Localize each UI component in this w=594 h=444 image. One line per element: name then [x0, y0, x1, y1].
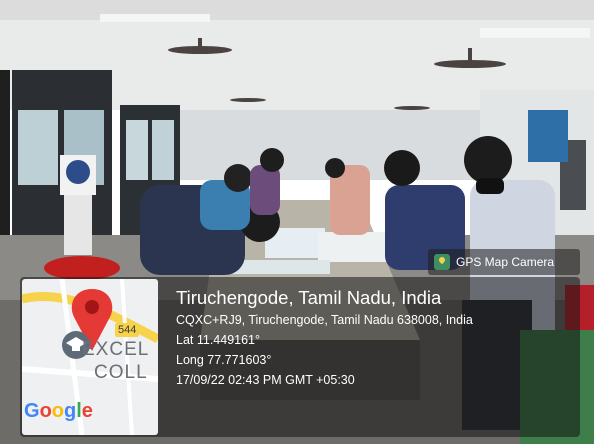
google-letter: e [81, 400, 93, 422]
google-letter: o [39, 400, 52, 422]
location-details: Tiruchengode, Tamil Nadu, India CQXC+RJ9… [176, 286, 576, 390]
road-number-label: 544 [115, 323, 140, 337]
map-pin-icon [434, 254, 450, 270]
photo-frame: GPS Map Camera 544 EXCEL COLL Google Tir… [0, 0, 594, 444]
map-thumbnail[interactable]: 544 EXCEL COLL Google [22, 279, 158, 435]
google-letter: g [64, 400, 77, 422]
longitude-line: Long 77.771603° [176, 353, 272, 367]
google-letter: o [51, 400, 64, 422]
location-title: Tiruchengode, Tamil Nadu, India [176, 287, 442, 308]
google-attribution: Google [24, 400, 93, 423]
badge-label: GPS Map Camera [456, 255, 555, 269]
latitude-line: Lat 11.449161° [176, 333, 261, 347]
google-letter: G [24, 400, 40, 422]
map-place-label-2: COLL [94, 362, 148, 383]
map-place-label: EXCEL [82, 339, 150, 360]
datetime-line: 17/09/22 02:43 PM GMT +05:30 [176, 373, 355, 387]
address-line: CQXC+RJ9, Tiruchengode, Tamil Nadu 63800… [176, 313, 473, 327]
gps-map-camera-badge: GPS Map Camera [428, 249, 580, 275]
